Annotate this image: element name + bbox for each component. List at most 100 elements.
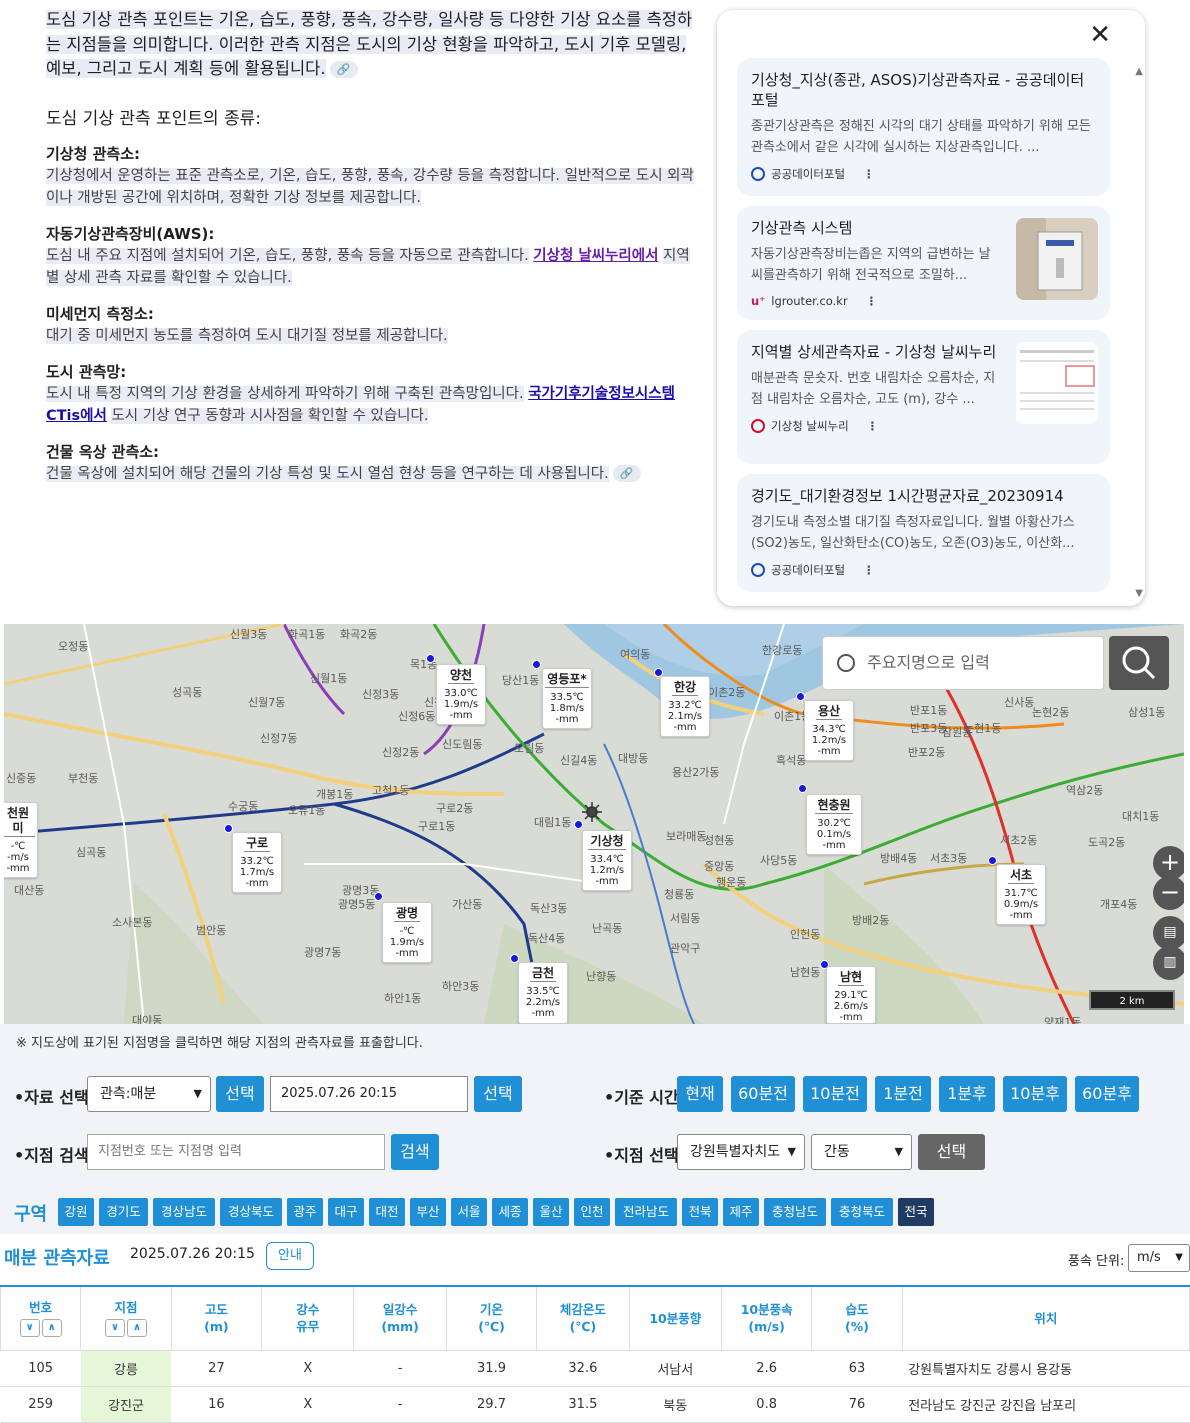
weather-station-thumbnail — [1016, 218, 1098, 300]
region-chip[interactable]: 울산 — [533, 1198, 569, 1226]
place-label: 대림1동 — [534, 816, 572, 829]
station-search-label: •지점 검색 — [14, 1146, 89, 1165]
region-chip[interactable]: 충청북도 — [831, 1198, 893, 1226]
station-cheonwonmi[interactable]: 천원미 -℃ -m/s -mm — [4, 802, 38, 878]
station-name: 남현 — [837, 970, 865, 986]
map-search-placeholder: 주요지명으로 입력 — [867, 653, 990, 672]
datetime-select-button[interactable]: 선택 — [474, 1076, 522, 1112]
more-options-icon[interactable]: ⋮ — [863, 167, 875, 181]
station-guro[interactable]: 구로 33.2℃ 1.7m/s -mm — [232, 832, 282, 893]
source-card-title: 기상관측 시스템 — [751, 219, 853, 237]
link-icon[interactable]: 🔗 — [329, 61, 358, 78]
data-select-button[interactable]: 선택 — [216, 1076, 264, 1112]
weather-map[interactable]: 신월3동화곡1동화곡2동오정동성곡동신월7동신월1동신정3동신정1동신정6동신정… — [4, 624, 1184, 1024]
region-chip[interactable]: 경상남도 — [153, 1198, 215, 1226]
source-card[interactable]: 기상청_지상(종관, ASOS)기상관측자료 - 공공데이터포털 종관기상관측은… — [737, 58, 1110, 196]
region-chip[interactable]: 경상북도 — [220, 1198, 282, 1226]
region-chip[interactable]: 인천 — [574, 1198, 610, 1226]
place-label: 화곡1동 — [288, 628, 326, 641]
place-label: 부천동 — [68, 772, 99, 785]
station-select-button[interactable]: 선택 — [918, 1134, 985, 1170]
more-options-icon[interactable]: ⋮ — [863, 563, 875, 577]
sort-desc-icon[interactable]: ∨ — [19, 1319, 40, 1338]
scroll-up-icon[interactable]: ▲ — [1135, 66, 1143, 77]
station-temp: 33.2℃ — [668, 700, 702, 711]
station-yongsan[interactable]: 용산 34.3℃ 1.2m/s -mm — [804, 700, 854, 761]
data-type-select[interactable]: 관측:매분 ▼ — [87, 1076, 211, 1112]
region-chip[interactable]: 전북 — [682, 1198, 718, 1226]
scroll-down-icon[interactable]: ▼ — [1135, 588, 1143, 599]
sort-asc-icon[interactable]: ∧ — [41, 1319, 62, 1338]
region-chip[interactable]: 제주 — [723, 1198, 759, 1226]
place-label: 광명7동 — [304, 946, 342, 959]
city-select[interactable]: 간동 ▼ — [811, 1134, 912, 1170]
place-label: 신사동 — [1004, 696, 1035, 709]
time-button[interactable]: 현재 — [677, 1076, 723, 1112]
table-cell: 27 — [171, 1350, 262, 1387]
province-select[interactable]: 강원특별자치도 ▼ — [677, 1134, 805, 1170]
source-card[interactable]: 지역별 상세관측자료 - 기상청 날씨누리 매분관측 문숏자. 번호 내림차순 … — [737, 330, 1110, 464]
term-aws: 자동기상관측장비(AWS): — [46, 224, 215, 243]
station-search-input[interactable]: 지점번호 또는 지점명 입력 — [87, 1134, 385, 1170]
wind-unit-select[interactable]: m/s ▼ — [1128, 1244, 1190, 1272]
map-note: ※ 지도상에 표기된 지점명을 클릭하면 해당 지점의 관측자료를 표출합니다. — [16, 1036, 423, 1051]
time-button[interactable]: 10분후 — [1003, 1076, 1067, 1112]
datetime-input[interactable]: 2025.07.26 20:15 — [270, 1076, 468, 1112]
more-options-icon[interactable]: ⋮ — [866, 294, 878, 308]
station-yeongdeungpo[interactable]: 영등포* 33.5℃ 1.8m/s -mm — [542, 668, 592, 729]
table-row[interactable]: 105 강릉 27 X -31.9 32.6 서남서 2.6 63 강원특별자치도 강릉시 용강동 — [0, 1350, 1190, 1387]
place-label: 심곡동 — [76, 846, 107, 859]
source-card[interactable]: 기상관측 시스템 자동기상관측장비는좁은 지역의 급변하는 날씨를관측하기 위해… — [737, 206, 1110, 320]
station-hangang[interactable]: 한강 33.2℃ 2.1m/s -mm — [660, 676, 710, 737]
station-wind: 1.9m/s — [389, 937, 425, 948]
zoom-out-button[interactable]: − — [1153, 876, 1184, 910]
station-dot — [532, 660, 541, 669]
layers-icon[interactable]: ▥ — [1153, 946, 1184, 980]
place-label: 범안동 — [196, 924, 227, 937]
region-chip[interactable]: 서울 — [451, 1198, 487, 1226]
observation-table: 번호 ∨ ∧ 지점 ∨ ∧ 고도 (m) 강수 유무 일강수 (mm) 기온 (℃) 체감온도 (℃) 10분풍… — [0, 1285, 1190, 1423]
station-seocho[interactable]: 서초 31.7℃ 0.9m/s -mm — [996, 864, 1046, 925]
region-chip[interactable]: 대구 — [328, 1198, 364, 1226]
link-icon[interactable]: 🔗 — [612, 465, 641, 482]
time-button[interactable]: 60분전 — [731, 1076, 795, 1112]
region-chip[interactable]: 강원 — [58, 1198, 94, 1226]
source-name: 공공데이터포털 — [771, 563, 846, 577]
sort-asc-icon[interactable]: ∧ — [127, 1319, 148, 1338]
ruler-icon[interactable]: ▤ — [1153, 916, 1184, 950]
station-search-button[interactable]: 검색 — [391, 1134, 439, 1170]
link-kma-weather[interactable]: 기상청 날씨누리에서 — [533, 248, 658, 264]
table-row[interactable]: 259 강진군 16 X -29.7 31.5 북동 0.8 76 전라남도 강진군 강진읍 남포… — [0, 1386, 1190, 1423]
region-chip[interactable]: 부산 — [410, 1198, 446, 1226]
table-cell: 29.7 — [446, 1386, 537, 1423]
region-chip[interactable]: 세종 — [492, 1198, 528, 1226]
time-button[interactable]: 1분전 — [875, 1076, 931, 1112]
time-button[interactable]: 1분후 — [939, 1076, 995, 1112]
station-gwangmyeong[interactable]: 광명 -℃ 1.9m/s -mm — [382, 902, 432, 963]
source-card[interactable]: 경기도_대기환경정보 1시간평균자료_20230914 경기도내 측정소별 대기… — [737, 474, 1110, 592]
guide-button[interactable]: 안내 — [266, 1242, 314, 1270]
map-search-input[interactable]: 주요지명으로 입력 — [822, 636, 1104, 690]
station-geumcheon[interactable]: 금천 33.5℃ 2.2m/s -mm — [518, 962, 568, 1024]
region-chip[interactable]: 광주 — [287, 1198, 323, 1226]
map-search-button[interactable] — [1109, 636, 1169, 690]
time-button[interactable]: 60분후 — [1075, 1076, 1139, 1112]
region-chip[interactable]: 대전 — [369, 1198, 405, 1226]
station-hyeonchungwon[interactable]: 현충원 30.2℃ 0.1m/s -mm — [806, 794, 862, 855]
close-icon[interactable]: ✕ — [1089, 20, 1111, 50]
station-name: 천원미 — [4, 806, 35, 837]
region-chip[interactable]: 경기도 — [99, 1198, 148, 1226]
sort-desc-icon[interactable]: ∨ — [105, 1319, 126, 1338]
place-label: 개포4동 — [1100, 898, 1138, 911]
more-options-icon[interactable]: ⋮ — [867, 419, 879, 433]
station-namhyeon[interactable]: 남현 29.1℃ 2.6m/s -mm — [826, 966, 876, 1024]
station-kma[interactable]: 기상청 33.4℃ 1.2m/s -mm — [582, 830, 632, 891]
time-button[interactable]: 10분전 — [803, 1076, 867, 1112]
region-chip[interactable]: 전라남도 — [615, 1198, 677, 1226]
region-chip[interactable]: 전국 — [898, 1198, 934, 1226]
station-yangcheon[interactable]: 양천 33.0℃ 1.9m/s -mm — [436, 664, 486, 725]
zoom-in-button[interactable]: + — [1153, 846, 1184, 880]
table-header-bar: 매분 관측자료 2025.07.26 20:15 안내 풍속 단위: m/s ▼ — [0, 1236, 1190, 1284]
region-chip[interactable]: 충청남도 — [764, 1198, 826, 1226]
place-label: 사당5동 — [760, 854, 798, 867]
